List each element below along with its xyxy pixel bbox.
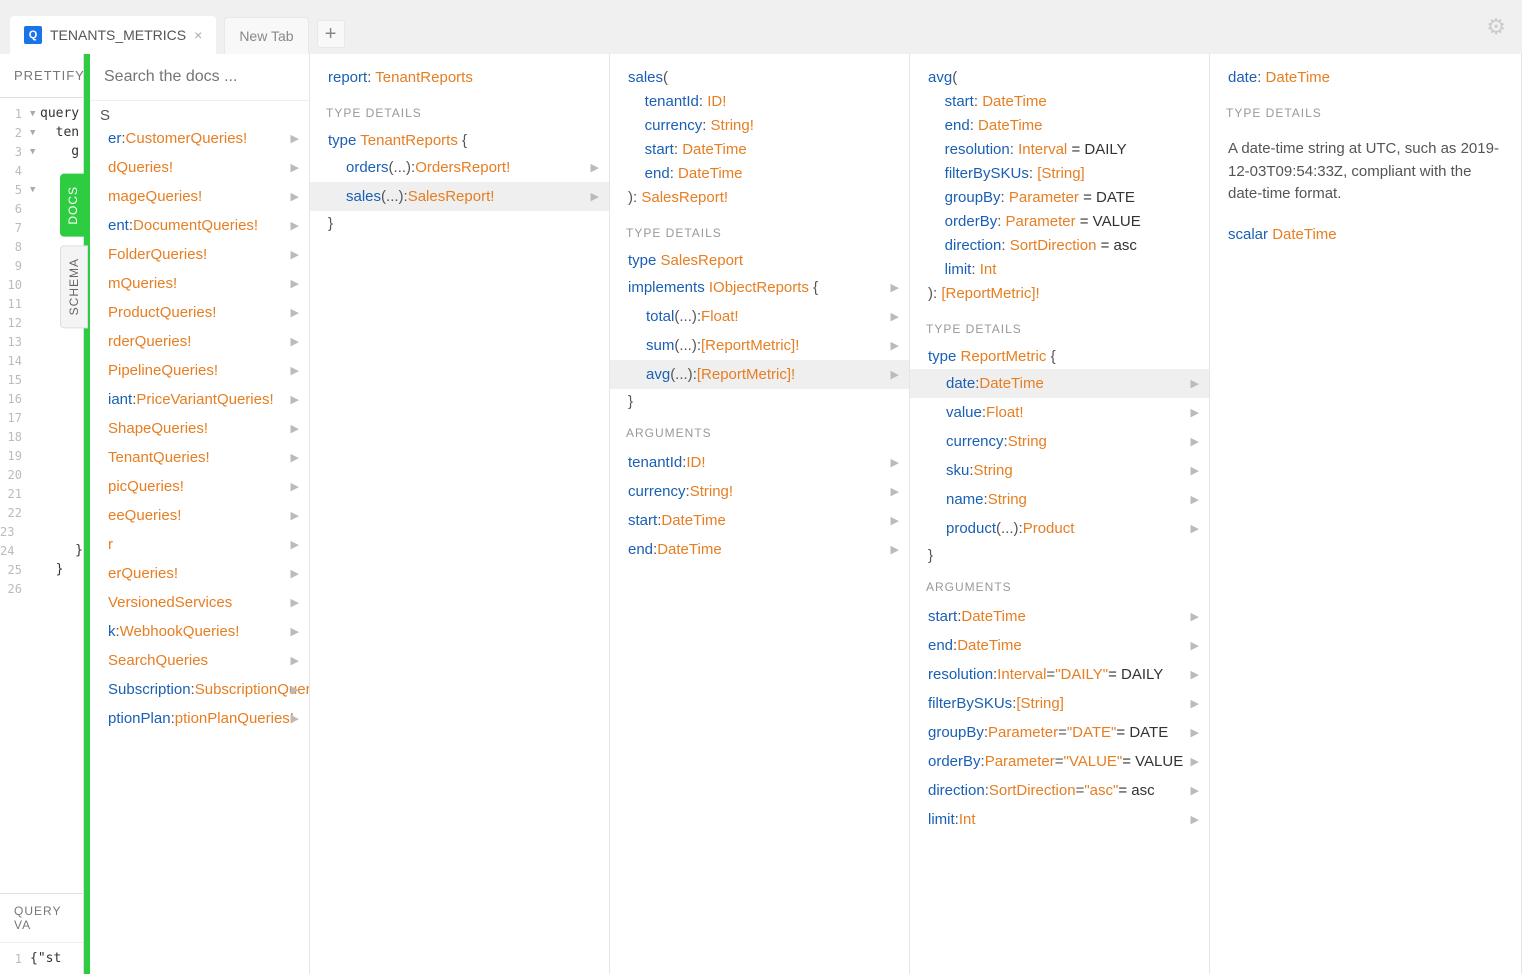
docs-search-input[interactable] xyxy=(104,68,295,86)
argument-row[interactable]: resolution: Interval = "DAILY" = DAILY▶ xyxy=(910,660,1209,689)
type-field-row[interactable]: currency: String▶ xyxy=(910,427,1209,456)
tab-bar: Q TENANTS_METRICS × New Tab + ⚙ xyxy=(0,0,1522,54)
docs-column-2: sales( tenantId: ID! currency: String! s… xyxy=(610,54,910,974)
root-field-row[interactable]: er: CustomerQueries!▶ xyxy=(90,124,309,153)
type-field-row[interactable]: orders(...): OrdersReport!▶ xyxy=(310,153,609,182)
root-field-row[interactable]: k: WebhookQueries!▶ xyxy=(90,617,309,646)
argument-row[interactable]: tenantId: ID!▶ xyxy=(610,448,909,477)
argument-row[interactable]: filterBySKUs: [String]▶ xyxy=(910,689,1209,718)
type-details-label: TYPE DETAILS xyxy=(910,310,1209,344)
root-field-row[interactable]: dQueries!▶ xyxy=(90,153,309,182)
arguments-label: ARGUMENTS xyxy=(610,414,909,448)
root-fields-list: er: CustomerQueries!▶dQueries!▶mageQueri… xyxy=(90,124,309,733)
root-field-row[interactable]: TenantQueries!▶ xyxy=(90,443,309,472)
root-field-row[interactable]: ptionPlan:ptionPlanQueries!▶ xyxy=(90,704,309,733)
root-field-row[interactable]: PipelineQueries!▶ xyxy=(90,356,309,385)
field-signature: date: DateTime xyxy=(1210,54,1521,94)
implements-row[interactable]: implements IObjectReports {▶ xyxy=(610,273,909,302)
arguments-label: ARGUMENTS xyxy=(910,568,1209,602)
qvars-line[interactable]: {"st xyxy=(30,951,61,966)
argument-row[interactable]: start: DateTime▶ xyxy=(910,602,1209,631)
add-tab-button[interactable]: + xyxy=(317,20,345,48)
argument-row[interactable]: start: DateTime▶ xyxy=(610,506,909,535)
root-field-row[interactable]: SearchQueries▶ xyxy=(90,646,309,675)
type-field-row[interactable]: sku: String▶ xyxy=(910,456,1209,485)
tab-label: New Tab xyxy=(239,28,293,44)
type-field-row[interactable]: sales(...): SalesReport!▶ xyxy=(310,182,609,211)
field-signature: sales( tenantId: ID! currency: String! s… xyxy=(610,54,909,214)
root-field-row[interactable]: rderQueries!▶ xyxy=(90,327,309,356)
argument-row[interactable]: end: DateTime▶ xyxy=(610,535,909,564)
tab-label: TENANTS_METRICS xyxy=(50,27,186,43)
docs-tab[interactable]: DOCS xyxy=(60,174,86,237)
field-signature: avg( start: DateTime end: DateTime resol… xyxy=(910,54,1209,310)
side-tabs: DOCS SCHEMA xyxy=(60,174,88,336)
root-field-row[interactable]: r▶ xyxy=(90,530,309,559)
close-icon[interactable]: × xyxy=(194,27,202,43)
prettify-button[interactable]: PRETTIFY xyxy=(14,68,85,83)
root-field-row[interactable]: ShapeQueries!▶ xyxy=(90,414,309,443)
argument-row[interactable]: limit: Int▶ xyxy=(910,805,1209,834)
type-field-row[interactable]: product(...): Product▶ xyxy=(910,514,1209,543)
argument-row[interactable]: end: DateTime▶ xyxy=(910,631,1209,660)
root-field-row[interactable]: VersionedServices▶ xyxy=(90,588,309,617)
root-field-row[interactable]: ProductQueries!▶ xyxy=(90,298,309,327)
root-field-row[interactable]: mQueries!▶ xyxy=(90,269,309,298)
docs-columns: S er: CustomerQueries!▶dQueries!▶mageQue… xyxy=(90,54,1522,974)
root-field-row[interactable]: eeQueries!▶ xyxy=(90,501,309,530)
editor-toolbar: PRETTIFY xyxy=(0,54,83,98)
type-field-row[interactable]: date: DateTime▶ xyxy=(910,369,1209,398)
type-field-row[interactable]: sum(...): [ReportMetric]!▶ xyxy=(610,331,909,360)
schema-tab[interactable]: SCHEMA xyxy=(60,245,88,328)
gear-icon[interactable]: ⚙ xyxy=(1486,14,1506,40)
tab-active[interactable]: Q TENANTS_METRICS × xyxy=(10,16,216,54)
type-details-label: TYPE DETAILS xyxy=(610,214,909,248)
root-field-row[interactable]: picQueries!▶ xyxy=(90,472,309,501)
argument-row[interactable]: currency: String!▶ xyxy=(610,477,909,506)
root-field-row[interactable]: iant: PriceVariantQueries!▶ xyxy=(90,385,309,414)
tab-new[interactable]: New Tab xyxy=(224,17,308,54)
type-field-row[interactable]: value: Float!▶ xyxy=(910,398,1209,427)
argument-row[interactable]: direction: SortDirection = "asc" = asc▶ xyxy=(910,776,1209,805)
query-variables-label[interactable]: QUERY VA xyxy=(0,894,83,943)
type-field-row[interactable]: avg(...): [ReportMetric]!▶ xyxy=(610,360,909,389)
type-details-label: TYPE DETAILS xyxy=(1210,94,1521,128)
root-field-row[interactable]: erQueries!▶ xyxy=(90,559,309,588)
argument-row[interactable]: orderBy: Parameter = "VALUE" = VALUE▶ xyxy=(910,747,1209,776)
type-description: A date-time string at UTC, such as 2019-… xyxy=(1210,128,1521,216)
docs-column-1: report: TenantReports TYPE DETAILS type … xyxy=(310,54,610,974)
docs-column-3: avg( start: DateTime end: DateTime resol… xyxy=(910,54,1210,974)
query-icon: Q xyxy=(24,26,42,44)
root-suffix: S xyxy=(100,107,110,124)
field-signature: report: TenantReports xyxy=(310,54,609,94)
type-field-row[interactable]: total(...): Float!▶ xyxy=(610,302,909,331)
query-variables: QUERY VA 1{"st xyxy=(0,893,83,974)
root-field-row[interactable]: mageQueries!▶ xyxy=(90,182,309,211)
docs-column-root: S er: CustomerQueries!▶dQueries!▶mageQue… xyxy=(90,54,310,974)
root-field-row[interactable]: FolderQueries!▶ xyxy=(90,240,309,269)
argument-row[interactable]: groupBy: Parameter = "DATE" = DATE▶ xyxy=(910,718,1209,747)
type-details-label: TYPE DETAILS xyxy=(310,94,609,128)
type-field-row[interactable]: name: String▶ xyxy=(910,485,1209,514)
root-field-row[interactable]: Subscription:SubscriptionQueries!▶ xyxy=(90,675,309,704)
docs-column-4: date: DateTime TYPE DETAILS A date-time … xyxy=(1210,54,1522,974)
root-field-row[interactable]: ent: DocumentQueries!▶ xyxy=(90,211,309,240)
